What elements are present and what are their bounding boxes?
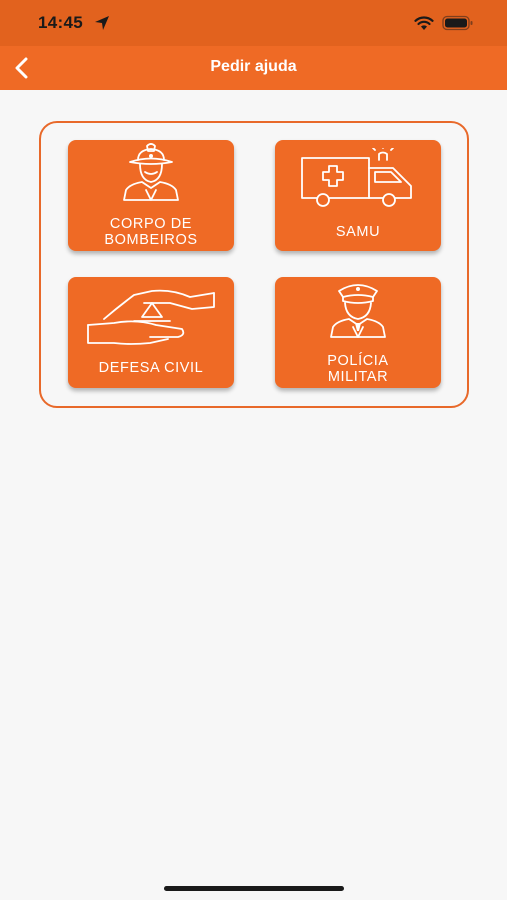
firefighter-icon — [123, 143, 179, 201]
status-time: 14:45 — [38, 13, 83, 32]
hands-triangle-icon — [87, 289, 215, 345]
battery-icon — [442, 15, 473, 31]
wifi-icon — [414, 16, 434, 30]
tile-defesa-civil[interactable]: DEFESA CIVIL — [68, 277, 234, 388]
location-arrow-icon — [95, 16, 109, 30]
police-officer-icon — [330, 284, 386, 338]
tile-label: POLÍCIA MILITAR — [327, 353, 389, 385]
tile-corpo-de-bombeiros[interactable]: CORPO DE BOMBEIROS — [68, 140, 234, 251]
tile-label: CORPO DE BOMBEIROS — [104, 216, 198, 248]
status-bar: 14:45 — [0, 0, 507, 46]
home-indicator[interactable] — [164, 886, 344, 891]
tile-policia-militar[interactable]: POLÍCIA MILITAR — [275, 277, 441, 388]
tile-samu[interactable]: SAMU — [275, 140, 441, 251]
ambulance-icon — [301, 148, 412, 207]
emergency-services-panel: CORPO DE BOMBEIROS SAMU DEFESA CIVIL POL… — [39, 121, 469, 408]
tile-label: DEFESA CIVIL — [98, 360, 204, 376]
page-title: Pedir ajuda — [210, 58, 297, 75]
navigation-bar: Pedir ajuda — [0, 46, 507, 90]
tile-label: SAMU — [335, 224, 381, 240]
